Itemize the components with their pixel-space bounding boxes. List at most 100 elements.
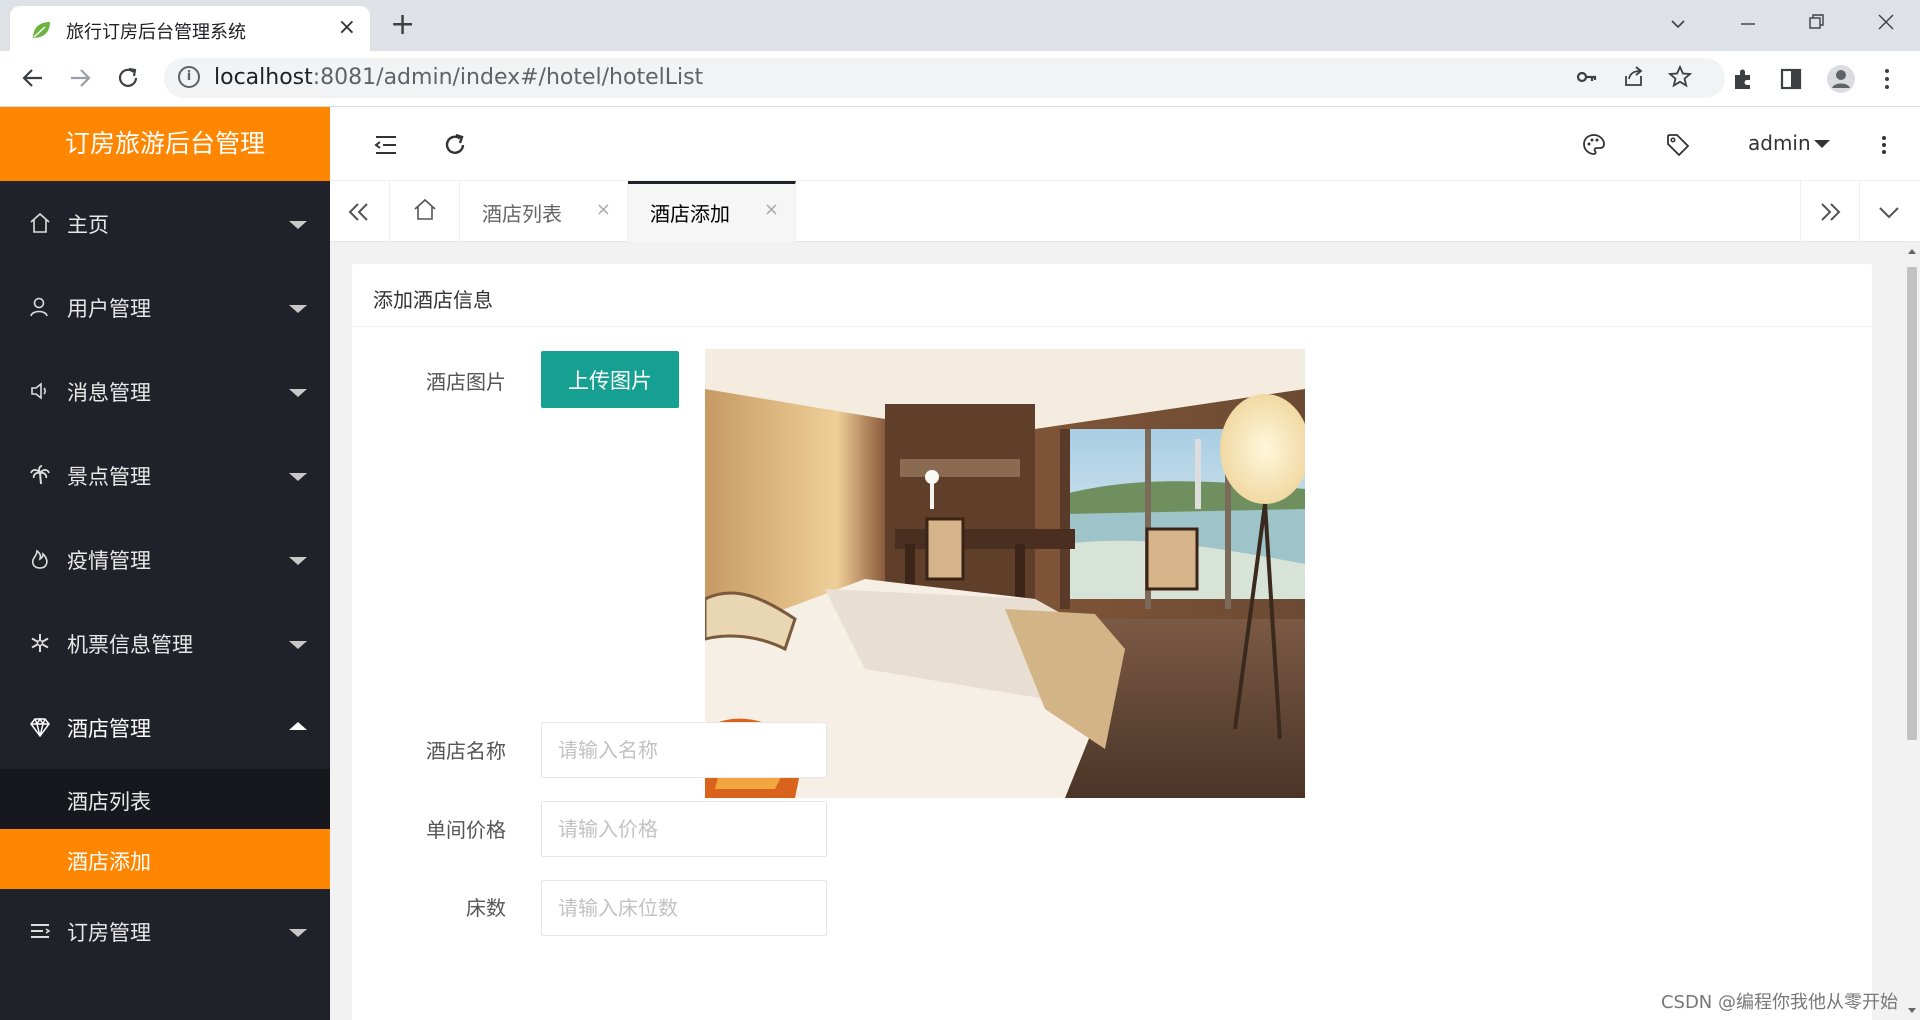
scroll-up-arrow-icon[interactable]	[1908, 249, 1916, 254]
tab-close-icon[interactable]: ×	[764, 199, 779, 220]
reload-icon[interactable]	[115, 65, 141, 91]
tab-hotel-add[interactable]: 酒店添加 ×	[628, 181, 796, 242]
app-logo[interactable]: 订房旅游后台管理	[0, 107, 330, 181]
browser-menu-icon[interactable]	[1874, 66, 1900, 92]
side-panel-icon[interactable]	[1778, 66, 1804, 92]
caret-down-icon	[289, 929, 307, 937]
tab-label: 酒店列表	[482, 202, 562, 226]
sidebar-subitem-hotel-list[interactable]: 酒店列表	[0, 769, 330, 829]
vertical-scrollbar[interactable]	[1904, 242, 1920, 1020]
sidebar-item-hotels[interactable]: 酒店管理	[0, 685, 330, 769]
tab-search-icon[interactable]	[1668, 14, 1688, 34]
speaker-icon	[31, 382, 46, 400]
omnibox[interactable]: i localhost:8081/admin/index#/hotel/hote…	[164, 58, 1725, 98]
hotel-image-label: 酒店图片	[426, 370, 506, 394]
double-chevron-right-icon	[1821, 203, 1841, 221]
browser-tab-close-icon[interactable]: ×	[338, 16, 356, 40]
upload-image-button[interactable]: 上传图片	[541, 351, 679, 408]
back-arrow-icon[interactable]	[20, 65, 46, 91]
diamond-icon	[30, 717, 50, 738]
hotel-name-input[interactable]	[541, 722, 827, 778]
caret-down-icon	[289, 641, 307, 649]
new-tab-button[interactable]: +	[390, 10, 415, 40]
sidebar-item-home[interactable]: 主页	[0, 181, 330, 265]
user-menu-caret-icon[interactable]	[1814, 140, 1830, 148]
user-icon	[30, 297, 48, 317]
sidebar-item-label: 消息管理	[67, 381, 151, 405]
profile-avatar-icon[interactable]	[1826, 64, 1856, 94]
hotel-form-card: 添加酒店信息 酒店图片 上传图片 酒店名称 请输入名称 单间价格 请输入价格 床…	[352, 264, 1872, 1020]
spring-leaf-icon	[33, 22, 50, 38]
theme-palette-icon[interactable]	[1580, 131, 1608, 159]
tab-label: 酒店添加	[650, 202, 730, 226]
sidebar-item-attractions[interactable]: 景点管理	[0, 433, 330, 517]
scroll-down-arrow-icon[interactable]	[1908, 1008, 1916, 1013]
hotel-submenu: 酒店列表 酒店添加	[0, 769, 330, 889]
refresh-icon[interactable]	[441, 131, 469, 159]
browser-tab-strip: 旅行订房后台管理系统 × +	[0, 0, 1920, 51]
collapse-sidebar-icon[interactable]	[372, 131, 400, 159]
snowflake-icon	[31, 634, 49, 652]
room-price-input[interactable]	[541, 801, 827, 857]
key-icon[interactable]	[1574, 64, 1600, 90]
tab-hotel-list[interactable]: 酒店列表 ×	[460, 181, 628, 242]
home-icon	[414, 198, 436, 220]
restore-icon[interactable]	[1807, 12, 1827, 32]
sidebar-item-epidemic[interactable]: 疫情管理	[0, 517, 330, 601]
forward-arrow-icon[interactable]	[67, 65, 93, 91]
sidebar-item-label: 酒店管理	[67, 717, 151, 741]
double-chevron-left-icon	[348, 203, 368, 221]
sidebar: 订房旅游后台管理 主页 用户管理 消息管理 景点管理 疫情管理 机票信息管理 酒…	[0, 107, 330, 1020]
sidebar-item-label: 景点管理	[67, 465, 151, 489]
tabs-dropdown-button[interactable]	[1860, 181, 1920, 242]
tabs-scroll-left-button[interactable]	[330, 181, 390, 242]
sidebar-item-label: 订房管理	[67, 921, 151, 945]
home-icon	[30, 212, 50, 233]
site-info-icon[interactable]: i	[178, 66, 200, 88]
chevron-down-icon	[1879, 207, 1899, 219]
caret-down-icon	[289, 557, 307, 565]
hotel-name-label: 酒店名称	[426, 739, 506, 763]
room-price-label: 单间价格	[426, 818, 506, 842]
tab-close-icon[interactable]: ×	[596, 199, 611, 220]
page-tabs-bar: 酒店列表 × 酒店添加 ×	[330, 181, 1920, 242]
fire-icon	[31, 549, 48, 569]
bookmark-star-icon[interactable]	[1667, 64, 1693, 90]
share-icon[interactable]	[1621, 64, 1647, 90]
sidebar-item-messages[interactable]: 消息管理	[0, 349, 330, 433]
address-bar-row: i localhost:8081/admin/index#/hotel/hote…	[0, 51, 1920, 107]
minimize-icon[interactable]	[1738, 14, 1758, 34]
user-menu[interactable]: admin	[1748, 131, 1811, 155]
sidebar-item-bookings[interactable]: 订房管理	[0, 889, 330, 973]
tabs-scroll-right-button[interactable]	[1800, 181, 1860, 242]
close-window-icon[interactable]	[1876, 12, 1896, 32]
sidebar-item-label: 用户管理	[67, 297, 151, 321]
tab-home[interactable]	[390, 181, 460, 242]
sidebar-item-label: 主页	[67, 213, 109, 237]
caret-down-icon	[289, 473, 307, 481]
sidebar-item-users[interactable]: 用户管理	[0, 265, 330, 349]
main-content: 添加酒店信息 酒店图片 上传图片 酒店名称 请输入名称 单间价格 请输入价格 床…	[330, 242, 1904, 1020]
sidebar-item-flights[interactable]: 机票信息管理	[0, 601, 330, 685]
sidebar-subitem-label: 酒店添加	[67, 850, 151, 874]
caret-up-icon	[289, 722, 307, 730]
caret-down-icon	[289, 389, 307, 397]
url-text[interactable]: localhost:8081/admin/index#/hotel/hotelL…	[214, 65, 703, 90]
scrollbar-thumb[interactable]	[1907, 267, 1917, 740]
watermark: CSDN @编程你我他从零开始	[1660, 992, 1898, 1013]
sidebar-item-label: 机票信息管理	[67, 633, 193, 657]
palm-icon	[30, 465, 50, 485]
bed-count-input[interactable]	[541, 880, 827, 936]
browser-tab[interactable]: 旅行订房后台管理系统 ×	[10, 6, 370, 51]
more-options-icon[interactable]	[1870, 131, 1898, 159]
caret-down-icon	[289, 305, 307, 313]
sidebar-subitem-hotel-add[interactable]: 酒店添加	[0, 829, 330, 889]
top-header: admin	[330, 107, 1920, 181]
extensions-icon[interactable]	[1730, 66, 1756, 92]
card-title: 添加酒店信息	[352, 264, 1872, 327]
sidebar-item-label: 疫情管理	[67, 549, 151, 573]
caret-down-icon	[289, 221, 307, 229]
browser-tab-title: 旅行订房后台管理系统	[66, 22, 246, 43]
sidebar-subitem-label: 酒店列表	[67, 790, 151, 814]
tag-icon[interactable]	[1664, 131, 1692, 159]
